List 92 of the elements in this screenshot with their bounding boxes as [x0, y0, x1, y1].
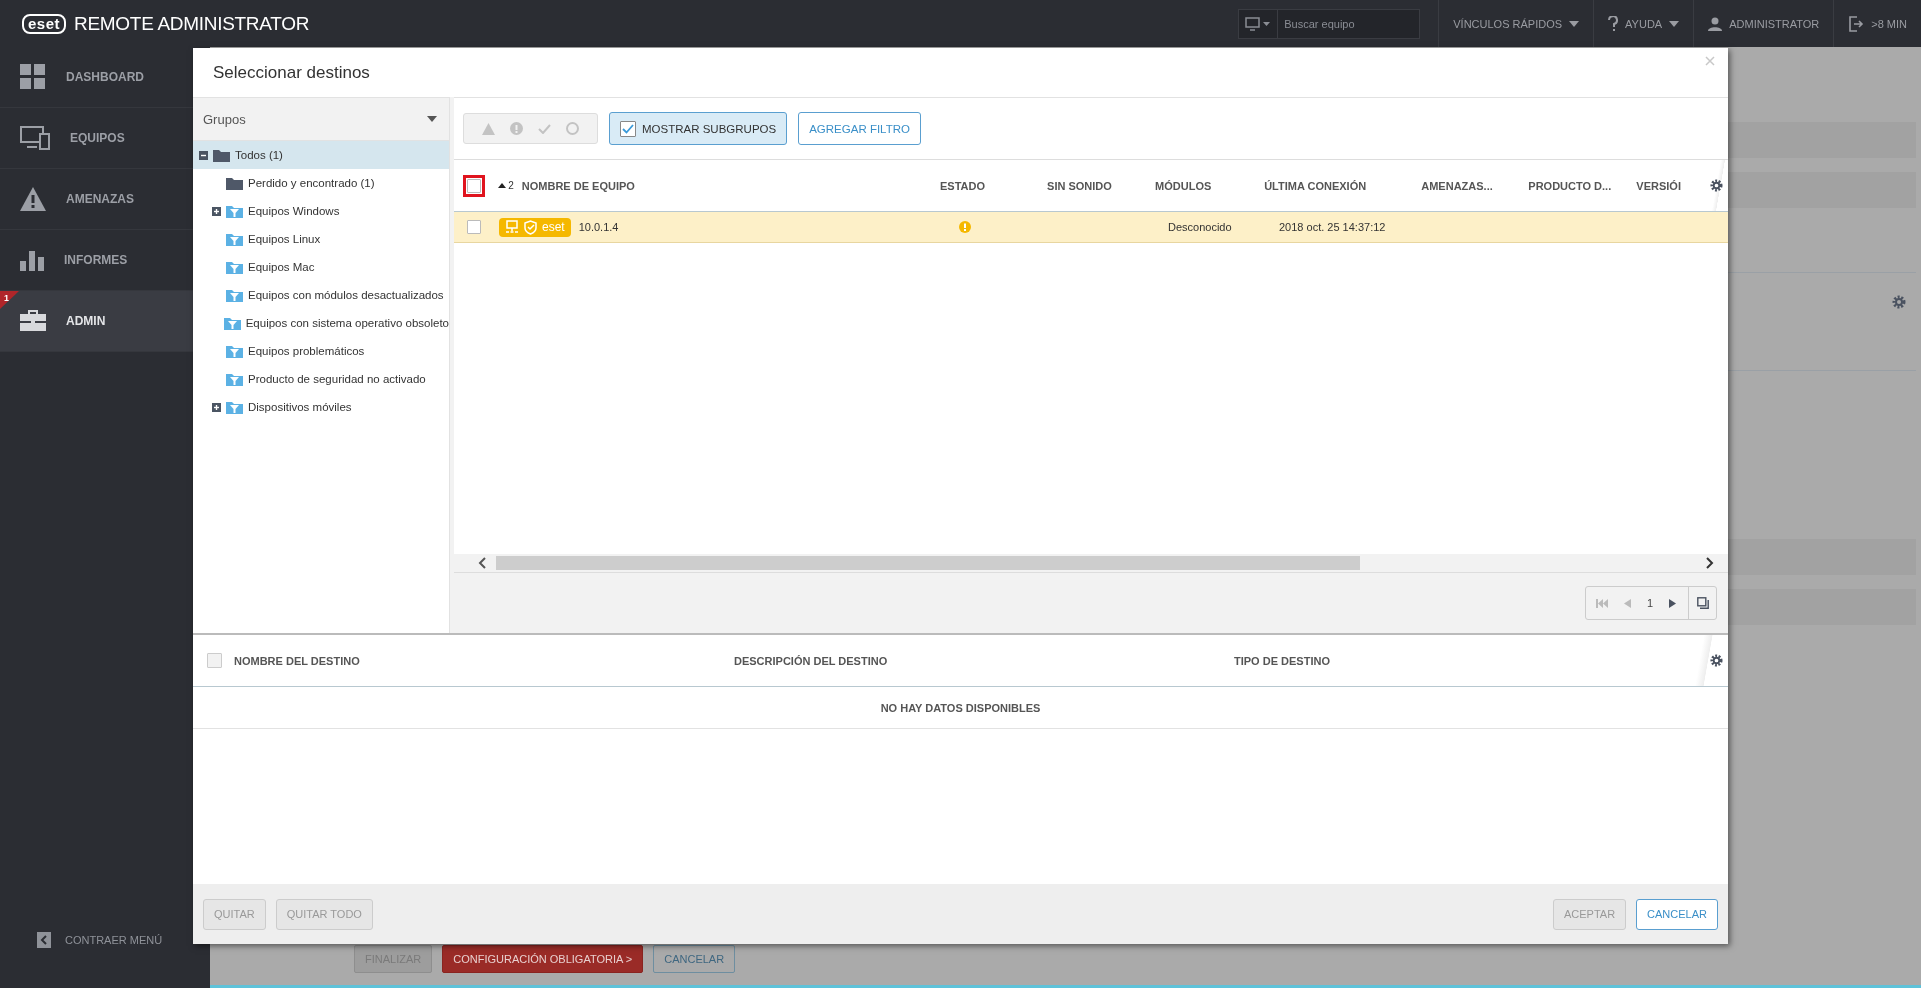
sort-order: 2 — [508, 180, 514, 191]
help-icon — [1608, 15, 1619, 32]
tree-item[interactable]: Equipos Windows — [193, 197, 449, 225]
expand-icon[interactable] — [212, 206, 221, 216]
search-field[interactable]: Buscar equipo — [1278, 8, 1421, 39]
filter-folder-icon — [226, 288, 243, 302]
check-icon[interactable] — [538, 123, 552, 134]
splitter-handle[interactable] — [449, 97, 454, 633]
add-filter-button[interactable]: AGREGAR FILTRO — [798, 112, 921, 145]
caret-icon — [1569, 20, 1580, 27]
check-icon — [622, 123, 634, 134]
expand-icon[interactable] — [212, 402, 221, 412]
device-filter-button[interactable] — [1238, 8, 1279, 39]
sidebar-item[interactable]: ADMIN 1 — [0, 291, 193, 352]
settings-icon[interactable] — [1710, 654, 1723, 667]
collapse-icon[interactable] — [199, 150, 208, 160]
column-header[interactable]: NOMBRE DE EQUIPO — [521, 179, 635, 192]
tree-item[interactable]: Equipos Linux — [193, 225, 449, 253]
monitor-icon — [1245, 16, 1272, 31]
tree-item[interactable]: Producto de seguridad no activado — [193, 365, 449, 393]
computer-name: 10.0.1.4 — [578, 221, 619, 233]
column-header[interactable]: ÚLTIMA CONEXIÓN — [1264, 179, 1367, 192]
table-cell: Desconocido — [1168, 221, 1232, 233]
column-header[interactable]: VERSIÓI — [1636, 179, 1681, 192]
caret-icon — [427, 116, 437, 122]
app-title: REMOTE ADMINISTRATOR — [74, 12, 310, 35]
table-cell: 2018 oct. 25 14:37:12 — [1279, 221, 1386, 233]
tree-item[interactable]: Dispositivos móviles — [193, 393, 449, 421]
column-header[interactable]: MÓDULOS — [1155, 179, 1212, 192]
copy-icon[interactable] — [1697, 597, 1709, 609]
user-icon — [1708, 16, 1723, 31]
column-header[interactable]: PRODUCTO D... — [1528, 179, 1612, 192]
sort-ascending-icon[interactable] — [498, 183, 507, 188]
page-number: 1 — [1646, 597, 1653, 609]
logout-icon — [1848, 15, 1865, 32]
notification-badge: 1 — [0, 291, 19, 309]
filter-folder-icon — [226, 400, 243, 414]
empty-message: NO HAY DATOS DISPONIBLES — [880, 701, 1041, 714]
caret-icon — [1669, 20, 1680, 27]
scroll-right-icon[interactable] — [1706, 557, 1714, 569]
column-header[interactable]: AMENAZAS... — [1421, 179, 1493, 192]
tree-item[interactable]: Perdido y encontrado (1) — [193, 169, 449, 197]
settings-icon[interactable] — [1709, 179, 1723, 192]
groups-title: Grupos — [203, 111, 246, 127]
tree-item[interactable]: Equipos con módulos desactualizados — [193, 281, 449, 309]
dialog-title: Seleccionar destinos — [213, 62, 370, 83]
row-checkbox[interactable] — [467, 220, 481, 234]
column-header[interactable]: SIN SONIDO — [1047, 179, 1112, 192]
column-header[interactable]: DESCRIPCIÓN DEL DESTINO — [734, 654, 888, 667]
page-button[interactable]: CONFIGURACIÓN OBLIGATORIA > — [442, 945, 644, 973]
filter-folder-icon — [226, 204, 243, 218]
bar-chart-icon — [20, 249, 44, 271]
show-subgroups-toggle[interactable]: MOSTRAR SUBGRUPOS — [609, 112, 788, 145]
filter-folder-icon — [223, 316, 241, 330]
filter-folder-icon — [226, 344, 243, 358]
network-computer-icon — [505, 220, 519, 234]
column-header[interactable]: ESTADO — [940, 179, 985, 192]
column-header[interactable]: NOMBRE DEL DESTINO — [234, 654, 360, 667]
folder-icon — [226, 176, 243, 190]
folder-icon — [213, 148, 230, 162]
horizontal-scrollbar[interactable] — [454, 554, 1728, 573]
column-header[interactable]: TIPO DE DESTINO — [1234, 654, 1330, 667]
warning-icon — [20, 187, 46, 211]
product-badge: eset — [499, 217, 571, 237]
tree-item[interactable]: Equipos Mac — [193, 253, 449, 281]
shield-check-icon — [523, 219, 538, 235]
logo: eset — [22, 13, 67, 34]
briefcase-icon — [20, 310, 46, 332]
table-row[interactable]: eset 10.0.1.4 Desconocido 2018 oct. 25 14:37:12 — [454, 212, 1728, 243]
tree-item[interactable]: Equipos problemáticos — [193, 337, 449, 365]
grid-icon — [20, 64, 46, 90]
tree-item[interactable]: Equipos con sistema operativo obsoleto — [193, 309, 449, 337]
scroll-left-icon[interactable] — [478, 557, 486, 569]
first-page-icon[interactable] — [1595, 598, 1608, 608]
tree-item[interactable]: Todos (1) — [193, 141, 449, 169]
next-page-icon[interactable] — [1669, 598, 1676, 608]
close-icon[interactable] — [1705, 56, 1715, 66]
monitor-icon — [20, 126, 50, 150]
exclamation-icon[interactable] — [509, 122, 523, 135]
circle-icon[interactable] — [566, 122, 580, 135]
filter-folder-icon — [226, 372, 243, 386]
footer-button[interactable]: CANCELAR — [1636, 898, 1718, 930]
collapse-icon — [37, 932, 51, 948]
filter-folder-icon — [226, 260, 243, 274]
warning-status-icon — [959, 221, 971, 233]
select-all-checkbox[interactable] — [207, 653, 222, 668]
filter-folder-icon — [226, 232, 243, 246]
previous-page-icon[interactable] — [1623, 598, 1631, 608]
sidebar-item[interactable]: DASHBOARD — [0, 47, 193, 108]
warning-icon[interactable] — [481, 122, 495, 135]
settings-icon — [1892, 295, 1906, 309]
groups-dropdown[interactable]: Grupos — [193, 98, 449, 141]
